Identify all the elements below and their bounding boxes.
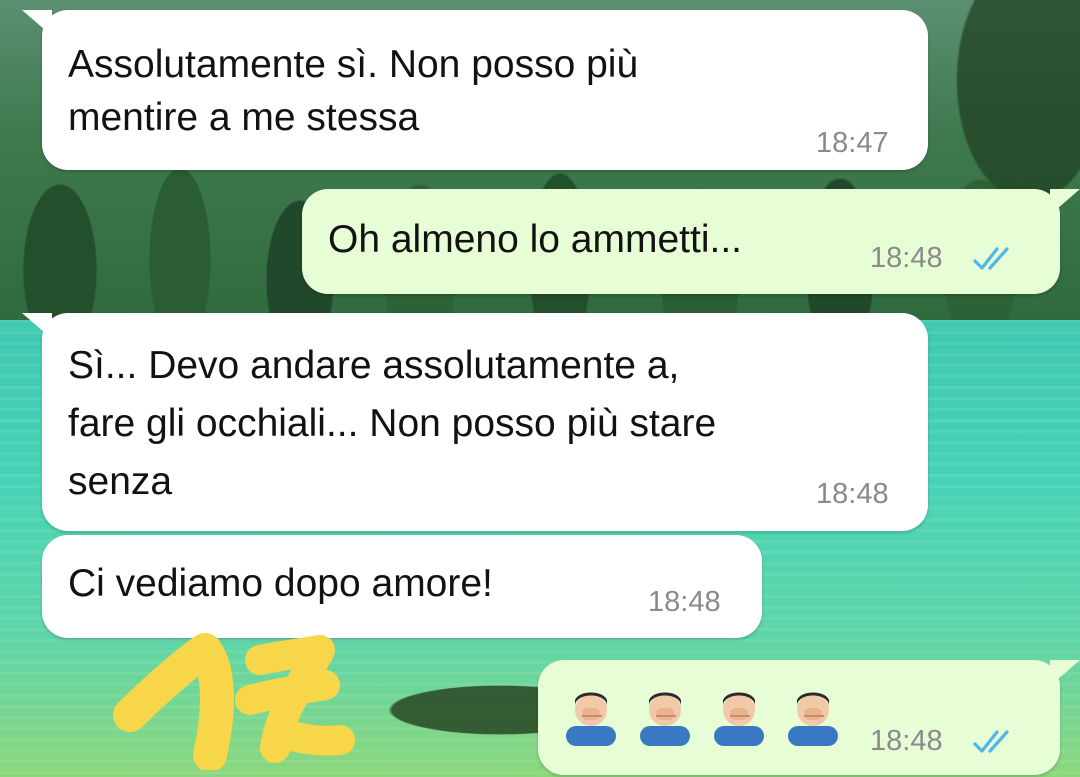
message-bubble-incoming[interactable]: Sì... Devo andare assolutamente a, fare …	[22, 313, 928, 531]
double-check-icon	[973, 247, 1009, 270]
yellow-scribble-doodle	[113, 633, 355, 770]
message-time: 18:48	[648, 586, 721, 618]
message-bubble-outgoing[interactable]: 18:48	[538, 660, 1080, 775]
emoji-message	[560, 682, 844, 746]
message-text: Sì... Devo andare assolutamente a, fare …	[68, 344, 717, 503]
message-bubble-incoming[interactable]: Ci vediamo dopo amore! 18:48	[42, 535, 762, 638]
man-facepalming-emoji	[566, 692, 616, 746]
man-facepalming-emoji	[788, 692, 838, 746]
message-bubble-incoming[interactable]: Assolutamente sì. Non posso più mentire …	[22, 10, 928, 170]
message-bubble-outgoing[interactable]: Oh almeno lo ammetti... 18:48	[302, 189, 1080, 294]
message-time: 18:47	[816, 127, 889, 159]
man-facepalming-emoji	[640, 692, 690, 746]
message-time: 18:48	[870, 725, 943, 757]
double-check-icon	[973, 730, 1009, 753]
message-text: Oh almeno lo ammetti...	[328, 218, 742, 261]
man-facepalming-emoji	[714, 692, 764, 746]
message-time: 18:48	[870, 242, 943, 274]
message-time: 18:48	[816, 478, 889, 510]
message-text: Ci vediamo dopo amore!	[68, 562, 493, 605]
message-text: Assolutamente sì. Non posso più mentire …	[68, 43, 639, 139]
